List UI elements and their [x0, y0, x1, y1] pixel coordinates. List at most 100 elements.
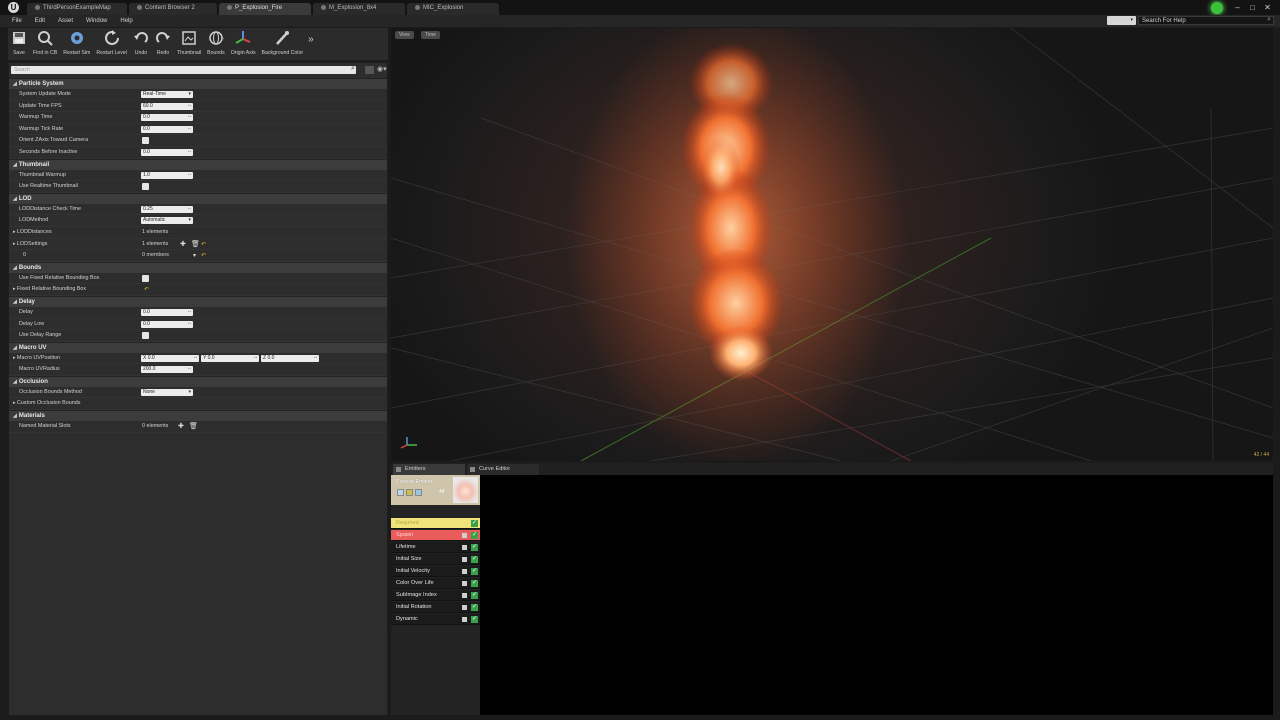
emitter-solo-icon[interactable] — [415, 489, 422, 496]
particle-preview-viewport[interactable]: View Time 42 / 44 — [391, 28, 1273, 461]
category-thumbnail[interactable]: ◢ Thumbnail — [9, 158, 387, 170]
module-curve-icon[interactable] — [462, 569, 467, 574]
module-enabled-checkbox[interactable]: ✓ — [471, 568, 478, 575]
menu-help[interactable]: Help — [120, 18, 132, 24]
trash-icon[interactable]: 🗑 — [191, 240, 200, 248]
emitter-column[interactable]: Particle Emitter 44 Required ✓ Spawn ✓ Lif… — [391, 475, 480, 715]
delay-low-input[interactable]: 0.0 — [141, 320, 193, 328]
search-engine-select[interactable]: Google ▾ — [1106, 16, 1136, 25]
module-initial-rotation[interactable]: Initial Rotation ✓ — [391, 602, 480, 613]
module-curve-icon[interactable] — [462, 605, 467, 610]
reset-to-default-icon[interactable]: ↶ — [201, 241, 206, 248]
row-lod-settings-0[interactable]: 00 members ▾ ↶ — [9, 250, 387, 262]
maximize-icon[interactable]: □ — [1248, 3, 1257, 12]
chevron-down-icon[interactable]: ▾ — [193, 252, 196, 259]
macro-uv-y-input[interactable]: Y 0.0 — [201, 354, 259, 362]
reset-to-default-icon[interactable]: ↶ — [201, 252, 206, 259]
help-search-input[interactable]: Search For Help ⌕ — [1138, 16, 1274, 25]
bounds-button[interactable]: Bounds — [204, 28, 228, 60]
module-curve-icon[interactable] — [462, 545, 467, 550]
tab-material[interactable]: M_Explosion_8x4 — [313, 3, 405, 15]
emitter-enable-icon[interactable] — [397, 489, 404, 496]
category-lod[interactable]: ◢ LOD — [9, 192, 387, 204]
tab-content-browser[interactable]: Content Browser 2 — [129, 3, 217, 15]
trash-icon[interactable]: 🗑 — [189, 422, 198, 430]
add-element-icon[interactable]: ✚ — [180, 240, 186, 248]
warmup-tick-rate-input[interactable]: 0.0 — [141, 125, 193, 133]
module-enabled-checkbox[interactable]: ✓ — [471, 520, 478, 527]
category-materials[interactable]: ◢ Materials — [9, 410, 387, 422]
module-lifetime[interactable]: Lifetime ✓ — [391, 542, 480, 553]
orient-zaxis-checkbox[interactable] — [142, 137, 149, 145]
menu-asset[interactable]: Asset — [58, 18, 73, 24]
warmup-time-input[interactable]: 0.0 — [141, 113, 193, 122]
module-spawn[interactable]: Spawn ✓ — [391, 530, 480, 541]
category-macro-uv[interactable]: ◢ Macro UV — [9, 341, 387, 353]
save-button[interactable]: Save — [8, 28, 30, 60]
seconds-before-inactive-input[interactable]: 0.0 — [141, 148, 193, 156]
module-enabled-checkbox[interactable]: ✓ — [471, 604, 478, 611]
macro-uv-z-input[interactable]: Z 0.0 — [261, 354, 319, 362]
row-fixed-relative-bounding-box[interactable]: Fixed Relative Bounding Box↶ — [9, 284, 387, 296]
module-curve-icon[interactable] — [462, 557, 467, 562]
row-lod-distances[interactable]: LODDistances1 elements — [9, 227, 387, 239]
module-enabled-checkbox[interactable]: ✓ — [471, 532, 478, 539]
macro-uv-x-input[interactable]: X 0.0 — [141, 354, 199, 362]
restart-sim-button[interactable]: Restart Sim — [60, 28, 93, 60]
module-required[interactable]: Required ✓ — [391, 518, 480, 529]
occlusion-bounds-method-select[interactable]: None — [141, 388, 193, 396]
module-curve-icon[interactable] — [462, 533, 467, 538]
add-element-icon[interactable]: ✚ — [178, 422, 184, 430]
category-particle-system[interactable]: ◢ Particle System — [9, 78, 387, 89]
tab-emitters[interactable]: Emitters — [393, 464, 465, 475]
module-initial-size[interactable]: Initial Size ✓ — [391, 554, 480, 565]
menu-edit[interactable]: Edit — [35, 18, 45, 24]
origin-axis-button[interactable]: Origin Axis — [228, 28, 259, 60]
macro-uv-radius-input[interactable]: 200.0 — [141, 365, 193, 374]
close-icon[interactable]: ✕ — [1263, 3, 1272, 12]
update-time-fps-input[interactable]: 60.0 — [141, 102, 193, 110]
module-curve-icon[interactable] — [462, 617, 467, 622]
module-enabled-checkbox[interactable]: ✓ — [471, 580, 478, 587]
module-enabled-checkbox[interactable]: ✓ — [471, 616, 478, 623]
module-enabled-checkbox[interactable]: ✓ — [471, 592, 478, 599]
module-enabled-checkbox[interactable]: ✓ — [471, 544, 478, 551]
background-color-button[interactable]: Background Color — [259, 28, 307, 60]
module-curve-icon[interactable] — [462, 581, 467, 586]
emitter-mode-icon[interactable] — [406, 489, 413, 496]
delay-input[interactable]: 0.0 — [141, 308, 193, 316]
module-enabled-checkbox[interactable]: ✓ — [471, 556, 478, 563]
restart-level-button[interactable]: Restart Level — [93, 28, 130, 60]
menu-window[interactable]: Window — [86, 18, 107, 24]
menu-file[interactable]: File — [12, 18, 22, 24]
undo-button[interactable]: Undo — [130, 28, 152, 60]
eye-icon[interactable]: ◉▾ — [377, 65, 387, 73]
use-realtime-thumbnail-checkbox[interactable] — [142, 183, 149, 191]
category-bounds[interactable]: ◢ Bounds — [9, 261, 387, 273]
emitter-header[interactable]: Particle Emitter 44 — [391, 475, 480, 505]
module-color-over-life[interactable]: Color Over Life ✓ — [391, 578, 480, 589]
module-curve-icon[interactable] — [462, 593, 467, 598]
category-delay[interactable]: ◢ Delay — [9, 295, 387, 307]
thumbnail-button[interactable]: Thumbnail — [174, 28, 204, 60]
tab-thirdperson-map[interactable]: ThirdPersonExampleMap — [27, 3, 127, 15]
use-fixed-bounding-box-checkbox[interactable] — [142, 274, 149, 282]
reset-to-default-icon[interactable]: ↶ — [144, 286, 149, 293]
module-dynamic[interactable]: Dynamic ✓ — [391, 614, 480, 625]
grid-view-icon[interactable] — [365, 66, 374, 74]
minimize-icon[interactable]: – — [1233, 3, 1242, 12]
notification-icon[interactable] — [1211, 2, 1223, 14]
category-occlusion[interactable]: ◢ Occlusion — [9, 375, 387, 387]
toolbar-overflow-icon[interactable]: » — [306, 28, 314, 45]
details-search-input[interactable]: Search — [11, 66, 356, 74]
find-in-cb-button[interactable]: Find in CB — [30, 28, 60, 60]
module-subimage-index[interactable]: SubImage Index ✓ — [391, 590, 480, 601]
row-custom-occlusion-bounds[interactable]: Custom Occlusion Bounds — [9, 398, 387, 411]
lod-distance-check-time-input[interactable]: 0.25 — [141, 205, 193, 213]
tab-curve-editor[interactable]: Curve Editor — [467, 464, 539, 475]
use-delay-range-checkbox[interactable] — [142, 332, 149, 340]
lod-method-select[interactable]: Automatic — [141, 217, 193, 225]
thumbnail-warmup-input[interactable]: 1.0 — [141, 171, 193, 179]
tab-particle-system[interactable]: P_Explosion_Fire — [219, 3, 311, 15]
module-initial-velocity[interactable]: Initial Velocity ✓ — [391, 566, 480, 577]
